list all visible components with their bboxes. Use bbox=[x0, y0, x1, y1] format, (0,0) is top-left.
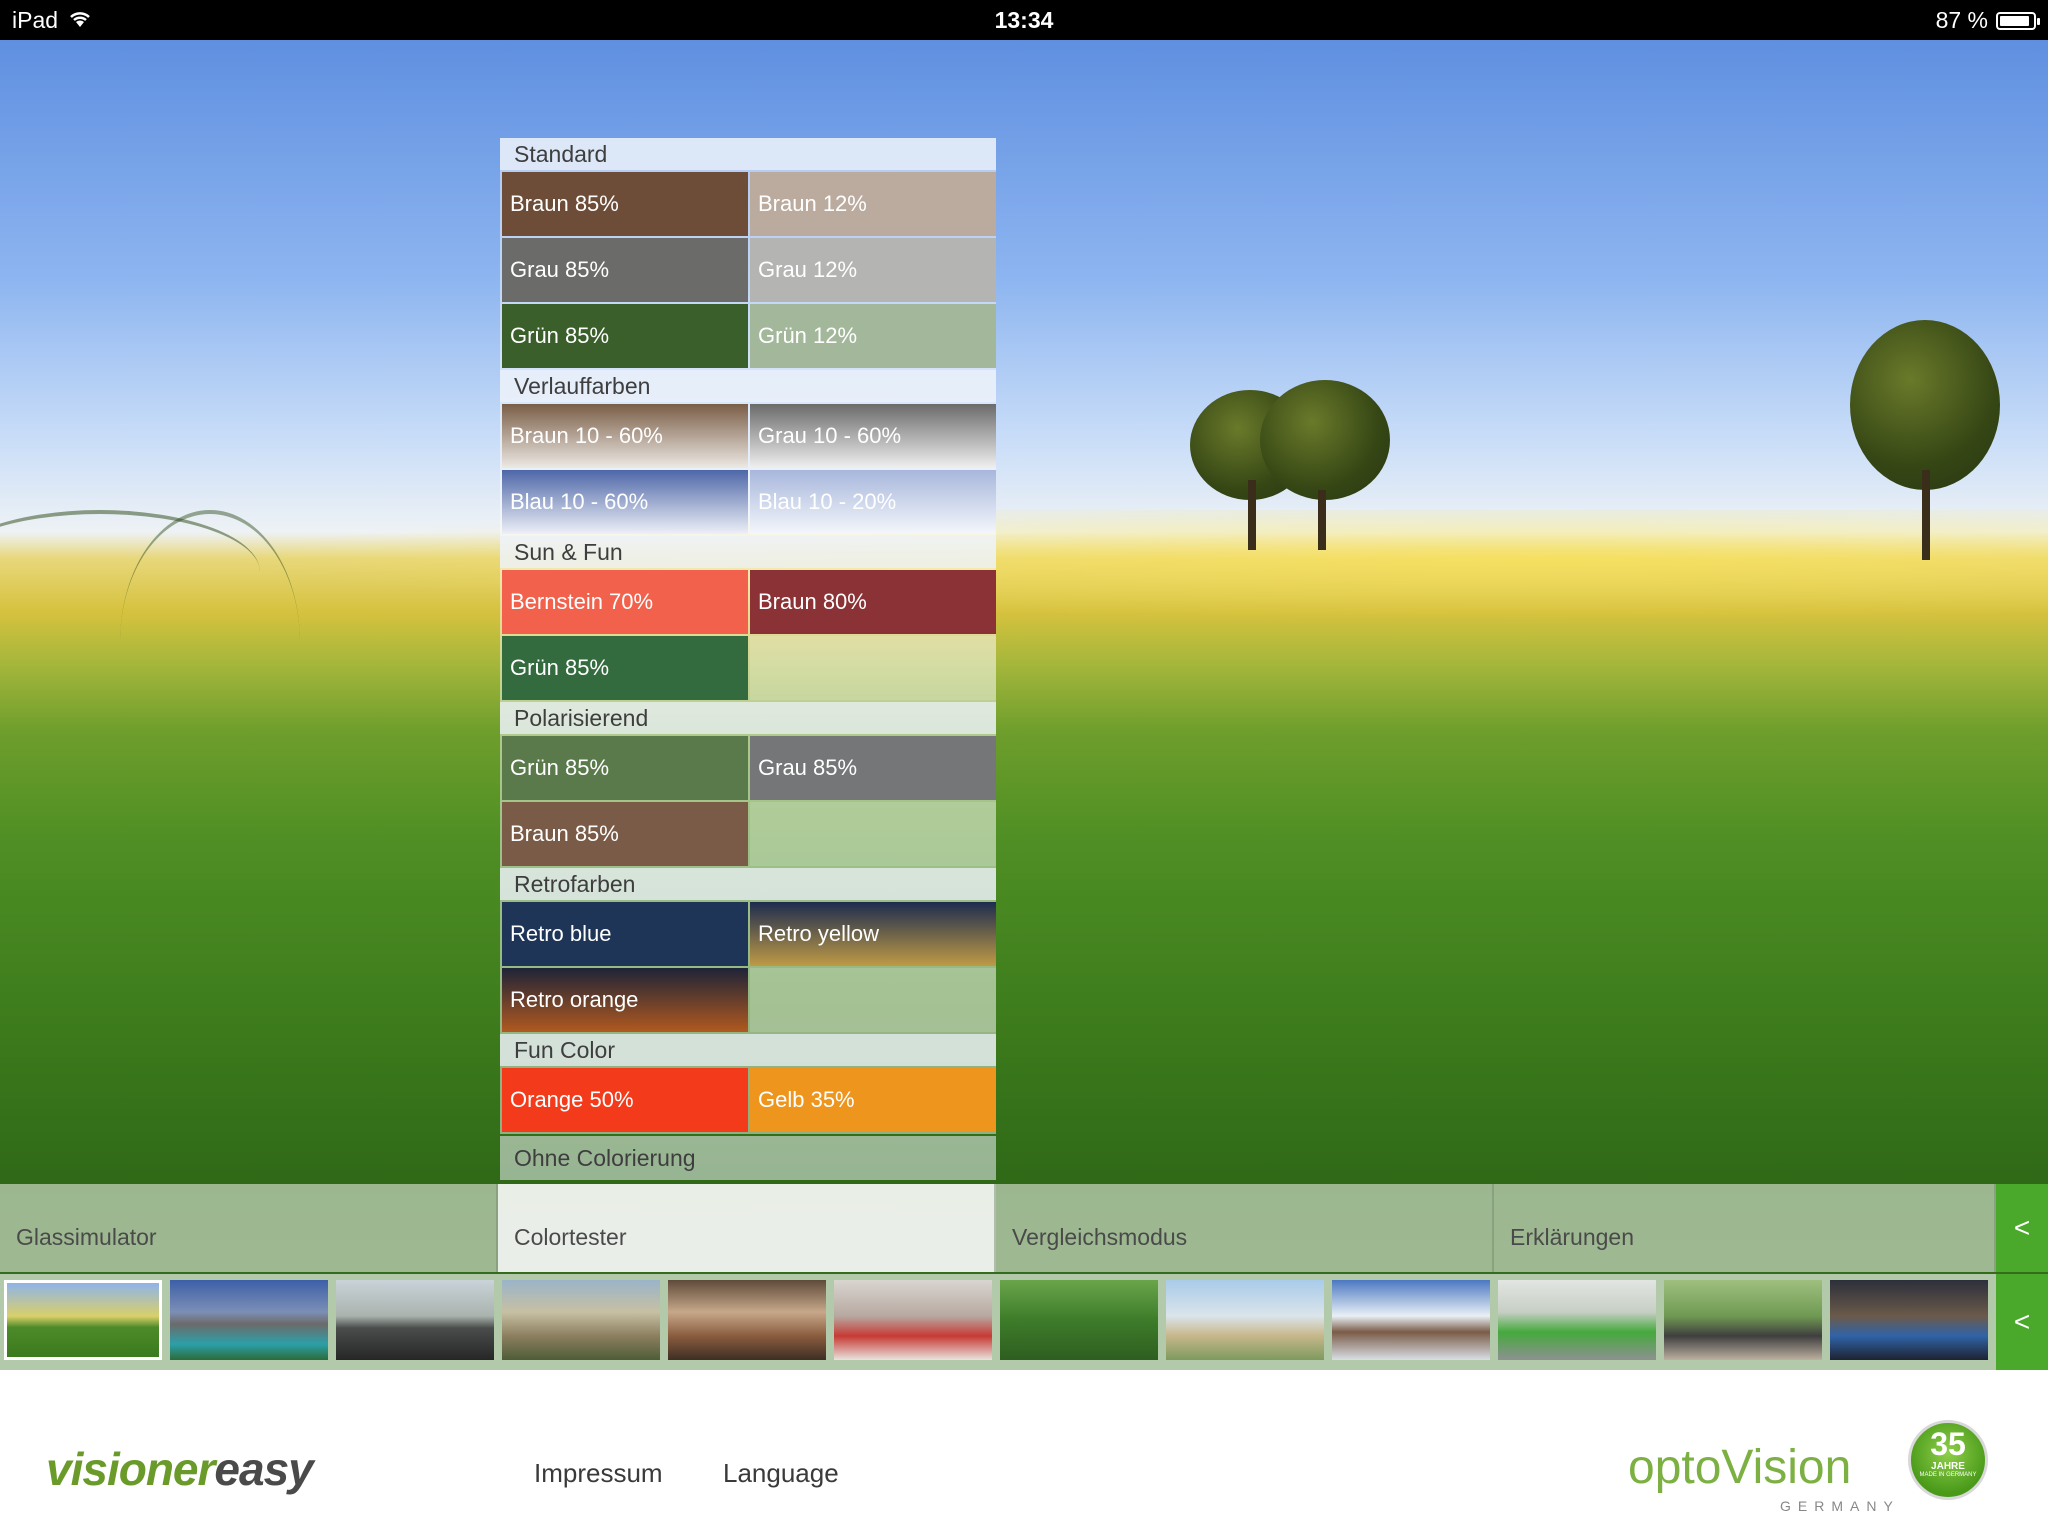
badge-years: JAHRE bbox=[1931, 1461, 1965, 1472]
thumbnail-car-driving[interactable] bbox=[336, 1280, 494, 1360]
section-header: Sun & Fun bbox=[500, 536, 996, 568]
thumbnail-office-monitor[interactable] bbox=[1498, 1280, 1656, 1360]
optovision-logo: optoVision bbox=[1628, 1440, 1851, 1495]
tab-vergleichsmodus[interactable]: Vergleichsmodus bbox=[996, 1184, 1494, 1272]
section-header: Verlauffarben bbox=[500, 370, 996, 402]
anniversary-badge: 35 JAHRE MADE IN GERMANY bbox=[1908, 1420, 1988, 1500]
swatch-button[interactable]: Orange 50% bbox=[502, 1068, 748, 1132]
thumbnail-hiker-map[interactable] bbox=[502, 1280, 660, 1360]
thumbnail-city-night-phone[interactable] bbox=[1830, 1280, 1988, 1360]
logo-easy-text: easy bbox=[214, 1443, 313, 1495]
tree-right bbox=[1840, 320, 2010, 560]
swatch-button[interactable]: Braun 12% bbox=[750, 172, 996, 236]
thumbnail-cyclist-beach[interactable] bbox=[1166, 1280, 1324, 1360]
thumbnails-collapse-button[interactable]: < bbox=[1996, 1274, 2048, 1370]
swatch-button[interactable]: Grün 12% bbox=[750, 304, 996, 368]
tree-left-pair bbox=[1190, 380, 1390, 560]
status-bar: iPad 13:34 87 % bbox=[0, 0, 2048, 40]
swatch-button[interactable]: Grau 85% bbox=[502, 238, 748, 302]
logo-opto-text: opto bbox=[1628, 1441, 1722, 1494]
swatch-button[interactable]: Grün 85% bbox=[502, 304, 748, 368]
thumbnail-skier-camera[interactable] bbox=[1332, 1280, 1490, 1360]
swatch-button[interactable]: Gelb 35% bbox=[750, 1068, 996, 1132]
swatch-button[interactable]: Blau 10 - 60% bbox=[502, 470, 748, 534]
colortester-panel: Standard Braun 85% Braun 12% Grau 85% Grau 1… bbox=[500, 138, 996, 1180]
swatch-button[interactable]: Grau 10 - 60% bbox=[750, 404, 996, 468]
language-link[interactable]: Language bbox=[723, 1458, 839, 1489]
thumbnail-living-room[interactable] bbox=[834, 1280, 992, 1360]
swatch-button[interactable]: Retro blue bbox=[502, 902, 748, 966]
swatch-button[interactable]: Retro orange bbox=[502, 968, 748, 1032]
impressum-link[interactable]: Impressum bbox=[534, 1458, 663, 1489]
swatch-grid: Retro blue Retro yellow Retro orange bbox=[500, 900, 996, 1034]
thumbnail-mountain-lake[interactable] bbox=[170, 1280, 328, 1360]
swatch-button[interactable]: Braun 85% bbox=[502, 172, 748, 236]
battery-icon bbox=[1996, 11, 2040, 30]
swatch-button[interactable]: Grün 85% bbox=[502, 736, 748, 800]
swatch-button[interactable]: Grün 85% bbox=[502, 636, 748, 700]
section-header: Standard bbox=[500, 138, 996, 170]
thumbnail-wheat-field[interactable] bbox=[4, 1280, 162, 1360]
footer: visionereasy Impressum Language optoVisi… bbox=[0, 1370, 2048, 1536]
section-header: Polarisierend bbox=[500, 702, 996, 734]
badge-made-in: MADE IN GERMANY bbox=[1919, 1472, 1977, 1478]
battery-percent: 87 % bbox=[1935, 7, 1988, 33]
tab-erklaerungen[interactable]: Erklärungen bbox=[1494, 1184, 1996, 1272]
thumbnail-tablet-park[interactable] bbox=[1664, 1280, 1822, 1360]
swatch-empty bbox=[750, 802, 996, 866]
swatch-button[interactable]: Braun 10 - 60% bbox=[502, 404, 748, 468]
swatch-grid: Braun 10 - 60% Grau 10 - 60% Blau 10 - 60%… bbox=[500, 402, 996, 536]
swatch-empty bbox=[750, 968, 996, 1032]
tab-colortester[interactable]: Colortester bbox=[498, 1184, 996, 1272]
logo-germany-text: GERMANY bbox=[1780, 1498, 1900, 1514]
section-header: Retrofarben bbox=[500, 868, 996, 900]
scene-image bbox=[0, 40, 2048, 1370]
tab-glassimulator[interactable]: Glassimulator bbox=[0, 1184, 498, 1272]
ohne-colorierung-button[interactable]: Ohne Colorierung bbox=[500, 1136, 996, 1180]
swatch-button[interactable]: Braun 85% bbox=[502, 802, 748, 866]
swatch-grid: Orange 50% Gelb 35% bbox=[500, 1066, 996, 1134]
thumbnail-kitchen-cooking[interactable] bbox=[668, 1280, 826, 1360]
swatch-button[interactable]: Braun 80% bbox=[750, 570, 996, 634]
logo-visioner-text: visioner bbox=[46, 1443, 215, 1495]
section-header: Fun Color bbox=[500, 1034, 996, 1066]
thumbnail-forest[interactable] bbox=[1000, 1280, 1158, 1360]
scene-thumbnail-strip: < bbox=[0, 1274, 2048, 1370]
swatch-button[interactable]: Blau 10 - 20% bbox=[750, 470, 996, 534]
badge-number: 35 bbox=[1930, 1426, 1966, 1462]
swatch-button[interactable]: Grau 12% bbox=[750, 238, 996, 302]
swatch-button[interactable]: Retro yellow bbox=[750, 902, 996, 966]
swatch-grid: Braun 85% Braun 12% Grau 85% Grau 12% Grün 8… bbox=[500, 170, 996, 370]
tabs-collapse-button[interactable]: < bbox=[1996, 1184, 2048, 1272]
swatch-button[interactable]: Grau 85% bbox=[750, 736, 996, 800]
swatch-grid: Bernstein 70% Braun 80% Grün 85% bbox=[500, 568, 996, 702]
visionereasy-logo[interactable]: visionereasy bbox=[46, 1442, 314, 1496]
status-right: 87 % bbox=[1935, 7, 2040, 34]
clock: 13:34 bbox=[994, 7, 1054, 33]
mode-tabs: Glassimulator Colortester Vergleichsmodu… bbox=[0, 1184, 2048, 1272]
swatch-empty bbox=[750, 636, 996, 700]
swatch-button[interactable]: Bernstein 70% bbox=[502, 570, 748, 634]
logo-vision-text: Vision bbox=[1721, 1441, 1852, 1494]
swatch-grid: Grün 85% Grau 85% Braun 85% bbox=[500, 734, 996, 868]
